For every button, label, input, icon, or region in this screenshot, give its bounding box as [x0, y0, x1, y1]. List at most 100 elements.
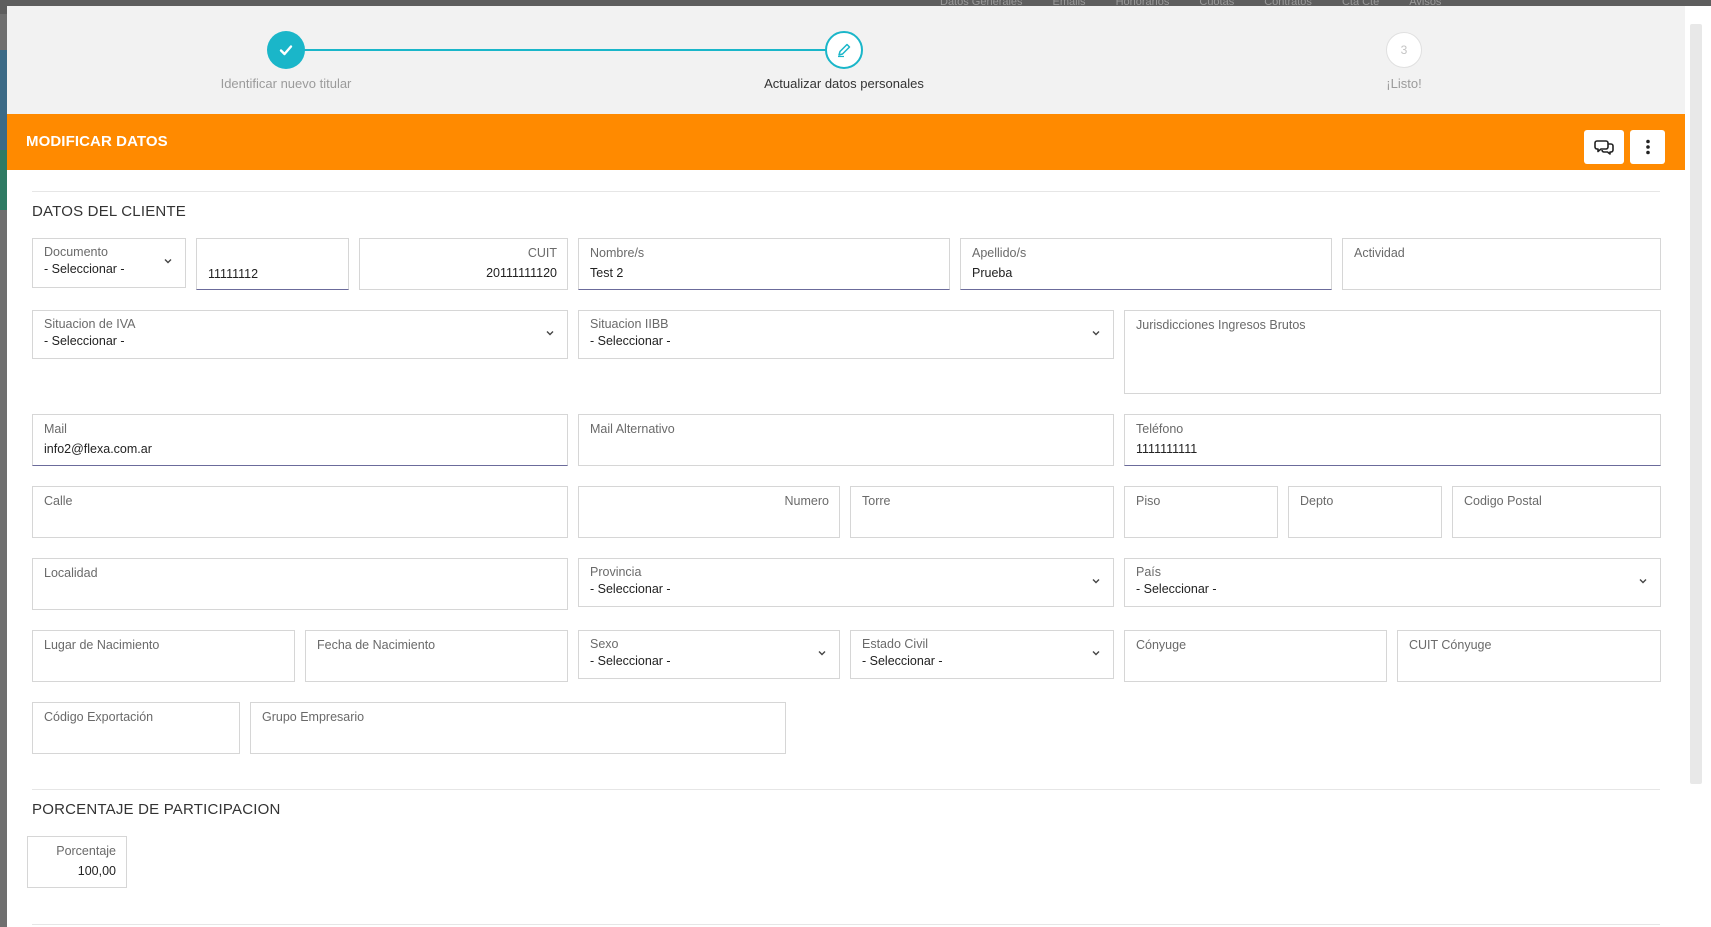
cuit-value: 20111111120 [486, 266, 557, 280]
mail-alternativo-input[interactable]: Mail Alternativo [578, 414, 1114, 466]
cuit-conyuge-label: CUIT Cónyuge [1409, 638, 1492, 652]
chevron-down-icon [1092, 579, 1100, 584]
background-sidebar-accent [0, 150, 7, 210]
chevron-down-icon [1639, 579, 1647, 584]
provincia-value: - Seleccionar - [590, 582, 671, 596]
vertical-dots-icon [1645, 139, 1650, 155]
header-bar: MODIFICAR DATOS [7, 114, 1685, 170]
situacion-iva-value: - Seleccionar - [44, 334, 125, 348]
step-3-number: 3 [1400, 43, 1408, 57]
chevron-down-icon [1092, 651, 1100, 656]
piso-label: Piso [1136, 494, 1161, 508]
jurisdicciones-label: Jurisdicciones Ingresos Brutos [1136, 318, 1306, 332]
grupo-empresario-label: Grupo Empresario [262, 710, 365, 724]
piso-input[interactable]: Piso [1124, 486, 1278, 538]
numero-input[interactable]: Numero [578, 486, 840, 538]
pais-select[interactable]: País - Seleccionar - [1124, 558, 1661, 607]
telefono-label: Teléfono [1136, 422, 1184, 436]
documento-label: Documento [44, 245, 108, 259]
comments-button[interactable] [1584, 130, 1624, 164]
section-divider [32, 191, 1660, 192]
torre-label: Torre [862, 494, 891, 508]
actividad-input[interactable]: Actividad [1342, 238, 1661, 290]
stepper: Identificar nuevo titular Actualizar dat… [7, 6, 1685, 114]
porcentaje-input[interactable]: Porcentaje 100,00 [27, 836, 127, 888]
cuit-label: CUIT [527, 246, 557, 260]
estado-civil-select[interactable]: Estado Civil - Seleccionar - [850, 630, 1114, 679]
fecha-nacimiento-input[interactable]: Fecha de Nacimiento [305, 630, 568, 682]
chevron-down-icon [818, 651, 826, 656]
depto-label: Depto [1300, 494, 1334, 508]
calle-label: Calle [44, 494, 73, 508]
telefono-input[interactable]: Teléfono 1111111111 [1124, 414, 1661, 466]
lugar-nacimiento-label: Lugar de Nacimiento [44, 638, 160, 652]
pais-label: País [1136, 565, 1162, 579]
situacion-iva-label: Situacion de IVA [44, 317, 136, 331]
codigo-exportacion-label: Código Exportación [44, 710, 154, 724]
calle-input[interactable]: Calle [32, 486, 568, 538]
step-2-label: Actualizar datos personales [764, 76, 924, 91]
mail-input[interactable]: Mail info2@flexa.com.ar [32, 414, 568, 466]
numero-label: Numero [784, 494, 829, 508]
chevron-down-icon [546, 331, 554, 336]
actividad-label: Actividad [1354, 246, 1405, 260]
cuit-conyuge-input[interactable]: CUIT Cónyuge [1397, 630, 1661, 682]
more-options-button[interactable] [1630, 130, 1665, 164]
porcentaje-value: 100,00 [77, 864, 116, 878]
chat-bubbles-icon [1594, 140, 1614, 155]
documento-numero-input[interactable]: 11111112 [196, 238, 349, 290]
torre-input[interactable]: Torre [850, 486, 1114, 538]
codigo-postal-input[interactable]: Codigo Postal [1452, 486, 1661, 538]
conyuge-label: Cónyuge [1136, 638, 1187, 652]
situacion-iibb-label: Situacion IIBB [590, 317, 669, 331]
apellido-input[interactable]: Apellido/s Prueba [960, 238, 1332, 290]
documento-value: - Seleccionar - [44, 262, 125, 276]
mail-value: info2@flexa.com.ar [44, 442, 152, 456]
provincia-label: Provincia [590, 565, 642, 579]
telefono-value: 1111111111 [1136, 442, 1198, 456]
grupo-empresario-input[interactable]: Grupo Empresario [250, 702, 786, 754]
mail-alternativo-label: Mail Alternativo [590, 422, 675, 436]
section-divider [32, 789, 1660, 790]
step-connector [281, 49, 831, 51]
conyuge-input[interactable]: Cónyuge [1124, 630, 1387, 682]
apellido-label: Apellido/s [972, 246, 1027, 260]
localidad-label: Localidad [44, 566, 98, 580]
codigo-postal-label: Codigo Postal [1464, 494, 1542, 508]
mail-label: Mail [44, 422, 67, 436]
step-1-label: Identificar nuevo titular [220, 76, 352, 91]
nombre-input[interactable]: Nombre/s Test 2 [578, 238, 950, 290]
sexo-label: Sexo [590, 637, 619, 651]
chevron-down-icon [1092, 331, 1100, 336]
cuit-input[interactable]: CUIT 20111111120 [359, 238, 568, 290]
step-1-circle [267, 31, 305, 69]
check-icon [279, 45, 293, 56]
documento-select[interactable]: Documento - Seleccionar - [32, 238, 186, 288]
page-title: MODIFICAR DATOS [26, 133, 168, 150]
situacion-iva-select[interactable]: Situacion de IVA - Seleccionar - [32, 310, 568, 359]
nombre-value: Test 2 [590, 266, 624, 280]
pencil-icon [838, 43, 851, 58]
situacion-iibb-select[interactable]: Situacion IIBB - Seleccionar - [578, 310, 1114, 359]
modify-data-modal: Identificar nuevo titular Actualizar dat… [7, 6, 1685, 927]
step-3-label: ¡Listo! [1386, 76, 1422, 91]
situacion-iibb-value: - Seleccionar - [590, 334, 671, 348]
estado-civil-value: - Seleccionar - [862, 654, 943, 668]
lugar-nacimiento-input[interactable]: Lugar de Nacimiento [32, 630, 295, 682]
participation-section-title: PORCENTAJE DE PARTICIPACION [32, 801, 281, 818]
documento-numero-value: 11111112 [208, 267, 259, 281]
pais-value: - Seleccionar - [1136, 582, 1217, 596]
sexo-select[interactable]: Sexo - Seleccionar - [578, 630, 840, 679]
section-divider [32, 924, 1660, 925]
nombre-label: Nombre/s [590, 246, 645, 260]
jurisdicciones-input[interactable]: Jurisdicciones Ingresos Brutos [1124, 310, 1661, 394]
step-3-circle: 3 [1386, 32, 1422, 68]
depto-input[interactable]: Depto [1288, 486, 1442, 538]
step-2-circle [825, 31, 863, 69]
codigo-exportacion-input[interactable]: Código Exportación [32, 702, 240, 754]
chevron-down-icon [164, 259, 172, 264]
porcentaje-label: Porcentaje [56, 844, 116, 858]
scrollbar[interactable] [1690, 24, 1702, 784]
localidad-input[interactable]: Localidad [32, 558, 568, 610]
provincia-select[interactable]: Provincia - Seleccionar - [578, 558, 1114, 607]
